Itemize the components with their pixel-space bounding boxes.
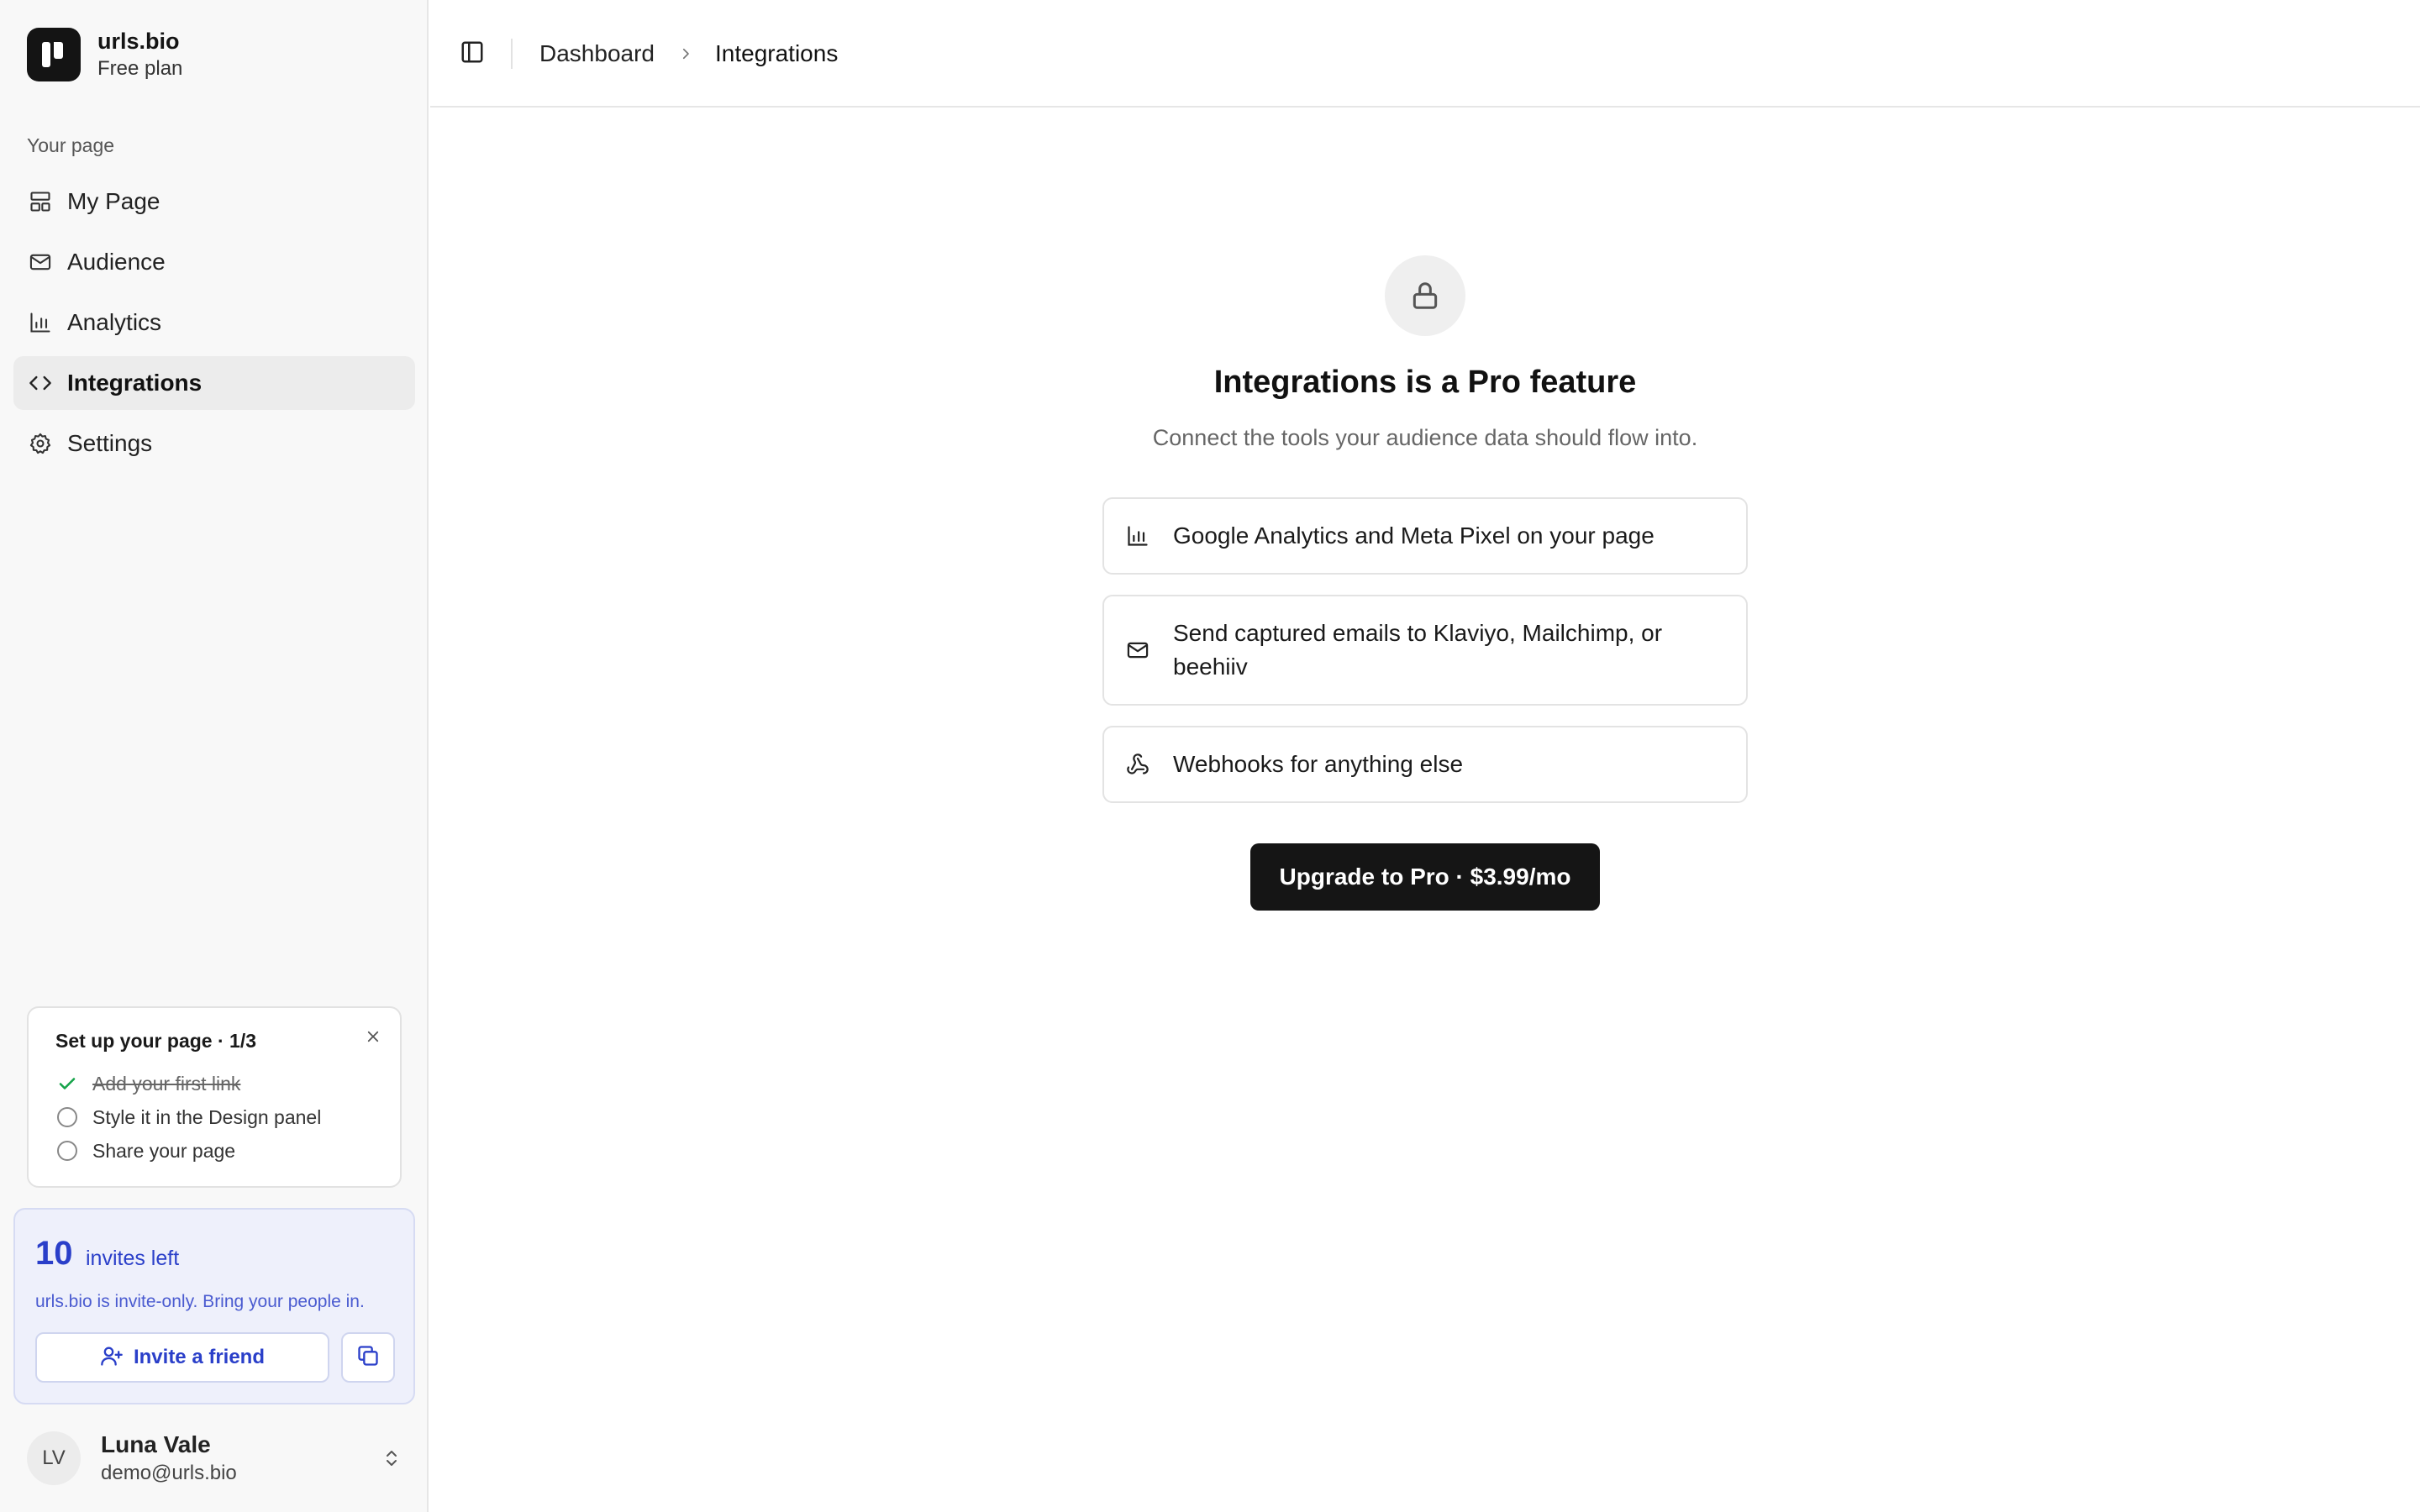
feature-card: Google Analytics and Meta Pixel on your …	[1102, 497, 1748, 575]
mail-icon	[27, 249, 54, 276]
sidebar-item-label: Analytics	[67, 309, 162, 335]
top-bar: Dashboard Integrations	[430, 0, 2420, 108]
workspace-switcher[interactable]: urls.bio Free plan	[27, 27, 182, 82]
gear-icon	[27, 430, 54, 457]
sidebar-item-analytics[interactable]: Analytics	[13, 296, 415, 349]
brand-name: urls.bio	[97, 29, 180, 54]
mail-icon	[1124, 637, 1151, 664]
chevron-right-icon	[676, 42, 696, 66]
setup-title: Set up your page · 1/3	[55, 1030, 256, 1052]
setup-step[interactable]: Style it in the Design panel	[55, 1100, 321, 1134]
setup-step-label: Share your page	[92, 1139, 236, 1162]
user-menu[interactable]: LV Luna Vale demo@urls.bio	[27, 1428, 405, 1488]
setup-step-label: Style it in the Design panel	[92, 1105, 322, 1128]
setup-checklist: Set up your page · 1/3 Add your first li…	[27, 1006, 402, 1188]
feature-label: Send captured emails to Klaviyo, Mailchi…	[1173, 620, 1663, 680]
invite-friend-label: Invite a friend	[133, 1346, 266, 1368]
user-email: demo@urls.bio	[101, 1462, 237, 1484]
sidebar-item-label: My Page	[67, 188, 160, 214]
lock-icon	[1385, 255, 1465, 336]
setup-step-label: Add your first link	[92, 1072, 241, 1095]
check-icon	[55, 1072, 79, 1095]
layout-icon	[27, 188, 54, 215]
feature-card: Send captured emails to Klaviyo, Mailchi…	[1102, 595, 1748, 706]
code-icon	[27, 370, 54, 396]
feature-card: Webhooks for anything else	[1102, 726, 1748, 803]
sidebar-item-integrations[interactable]: Integrations	[13, 356, 415, 410]
sidebar-item-label: Integrations	[67, 370, 203, 396]
webhook-icon	[1124, 751, 1151, 778]
plan-label: Free plan	[97, 57, 183, 80]
sidebar-nav: My Page Audience Analytics Integrations …	[13, 175, 415, 477]
sidebar-item-label: Audience	[67, 249, 166, 275]
user-plus-icon	[100, 1344, 124, 1372]
breadcrumb-dashboard[interactable]: Dashboard	[539, 39, 655, 69]
avatar: LV	[27, 1431, 81, 1485]
upgrade-to-pro-button[interactable]: Upgrade to Pro · $3.99/mo	[1250, 843, 1600, 911]
invite-count-label: invites left	[86, 1247, 180, 1270]
bar-chart-icon	[1124, 522, 1151, 549]
circle-icon	[55, 1139, 79, 1163]
invite-count: 10	[35, 1235, 73, 1272]
invite-description: urls.bio is invite-only. Bring your peop…	[35, 1292, 365, 1311]
sidebar-item-label: Settings	[67, 430, 153, 456]
page-subtitle: Connect the tools your audience data sho…	[1152, 425, 1698, 450]
setup-step[interactable]: Share your page	[55, 1134, 321, 1168]
feature-label: Google Analytics and Meta Pixel on your …	[1173, 522, 1655, 549]
sidebar: urls.bio Free plan Your page My Page Aud…	[0, 0, 429, 1512]
sidebar-item-my-page[interactable]: My Page	[13, 175, 415, 228]
breadcrumb-current: Integrations	[715, 40, 839, 66]
invite-friend-button[interactable]: Invite a friend	[35, 1332, 329, 1383]
bar-chart-icon	[27, 309, 54, 336]
header-divider	[511, 39, 513, 69]
chevrons-up-down-icon	[378, 1445, 405, 1472]
section-label: Your page	[27, 134, 115, 156]
sidebar-toggle-button[interactable]	[457, 39, 487, 69]
setup-step[interactable]: Add your first link	[55, 1067, 321, 1100]
close-icon[interactable]	[361, 1025, 385, 1048]
user-name: Luna Vale	[101, 1431, 211, 1457]
sidebar-item-audience[interactable]: Audience	[13, 235, 415, 289]
page-title: Integrations is a Pro feature	[1213, 365, 1637, 400]
panel-left-icon	[460, 39, 485, 69]
copy-invite-link-button[interactable]	[341, 1332, 395, 1383]
circle-icon	[55, 1105, 79, 1129]
brand-logo	[27, 28, 81, 81]
copy-icon	[356, 1344, 380, 1372]
invite-card: 10 invites left urls.bio is invite-only.…	[13, 1208, 415, 1404]
feature-label: Webhooks for anything else	[1173, 751, 1464, 777]
sidebar-item-settings[interactable]: Settings	[13, 417, 415, 470]
